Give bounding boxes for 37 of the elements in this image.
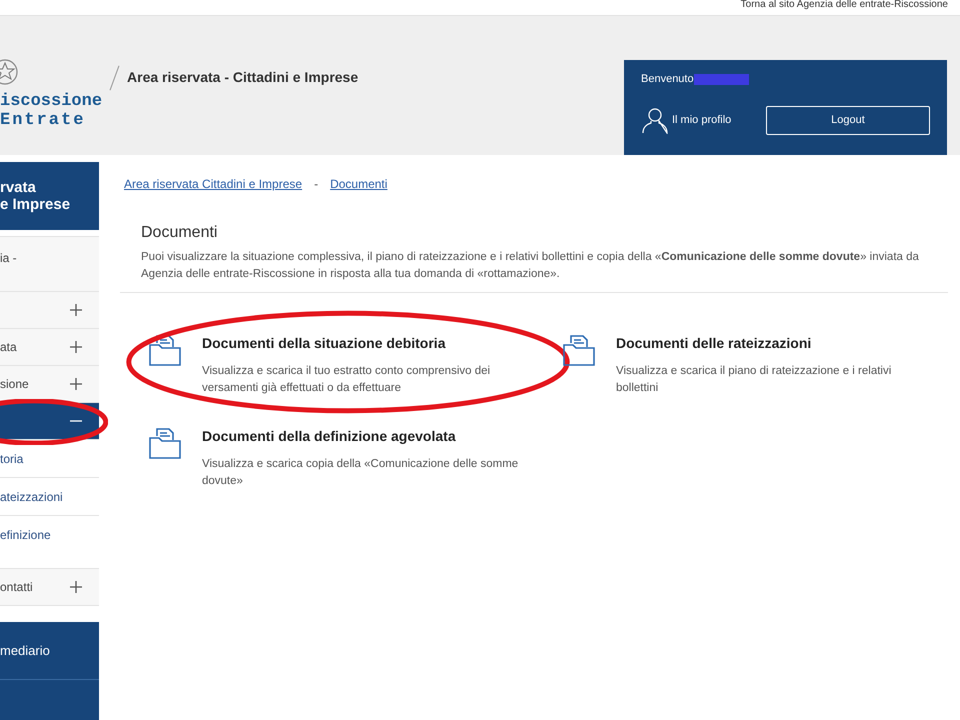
card-description: Visualizza e scarica il tuo estratto conto comprensivo dei versamenti già effettuati o da effettuare <box>202 364 492 396</box>
sidebar-item[interactable]: sione <box>0 366 99 403</box>
card-title: Documenti della definizione agevolata <box>202 427 457 446</box>
folder-document-icon <box>148 333 182 367</box>
logo-text: Entrate <box>0 110 86 130</box>
plus-icon <box>69 303 83 317</box>
sidebar-title: e Imprese <box>0 196 72 213</box>
document-card[interactable]: Documenti della definizione agevolata Visualizza e scarica copia della «Comunicazione delle somme dovute» <box>148 426 562 490</box>
breadcrumb-link[interactable]: Area riservata Cittadini e Imprese <box>124 175 302 193</box>
logo-text: iscossione <box>0 92 102 110</box>
user-icon[interactable] <box>641 106 669 134</box>
redaction-block <box>694 74 749 85</box>
plus-icon <box>69 377 83 391</box>
sidebar-item[interactable]: ata <box>0 329 99 366</box>
logout-button[interactable]: Logout <box>766 106 930 134</box>
profile-link[interactable]: Il mio profilo <box>672 112 732 128</box>
folder-document-icon <box>562 333 596 367</box>
top-link[interactable]: Torna al sito Agenzia delle entrate-Riscossione <box>740 0 948 10</box>
card-description: Visualizza e scarica il piano di rateizzazione e i relativi bollettini <box>616 364 892 396</box>
plus-icon <box>69 580 83 594</box>
breadcrumb-link[interactable]: Documenti <box>330 175 388 193</box>
sidebar-title: rvata <box>0 179 37 196</box>
sidebar-panel[interactable]: mediario <box>0 622 99 680</box>
greeting-text: Benvenuto <box>641 72 694 87</box>
document-card[interactable]: Documenti delle rateizzazioni Visualizza e scarica il piano di rateizzazione e i relativi bollettini <box>562 333 948 397</box>
intro-paragraph: Puoi visualizzare la situazione complessiva, il piano di rateizzazione e i relativi bollettini e copia della «Comunicazione delle somme dovute» inviata da Agenzia delle entrate-Riscossione in risposta alla tua domanda di «rottamazione». <box>141 250 920 282</box>
sidebar-item[interactable]: ontatti <box>0 569 99 606</box>
card-title: Documenti delle rateizzazioni <box>616 334 812 353</box>
plus-icon <box>69 340 83 354</box>
sidebar-item[interactable]: ia - <box>0 237 99 292</box>
breadcrumb-separator: - <box>314 176 318 193</box>
page-title: Documenti <box>141 223 218 243</box>
card-title: Documenti della situazione debitoria <box>202 334 447 353</box>
card-description: Visualizza e scarica copia della «Comunicazione delle somme dovute» <box>202 457 520 489</box>
folder-document-icon <box>148 426 182 460</box>
panel-label: mediario <box>0 642 50 660</box>
section-title: Area riservata - Cittadini e Imprese <box>127 68 358 87</box>
